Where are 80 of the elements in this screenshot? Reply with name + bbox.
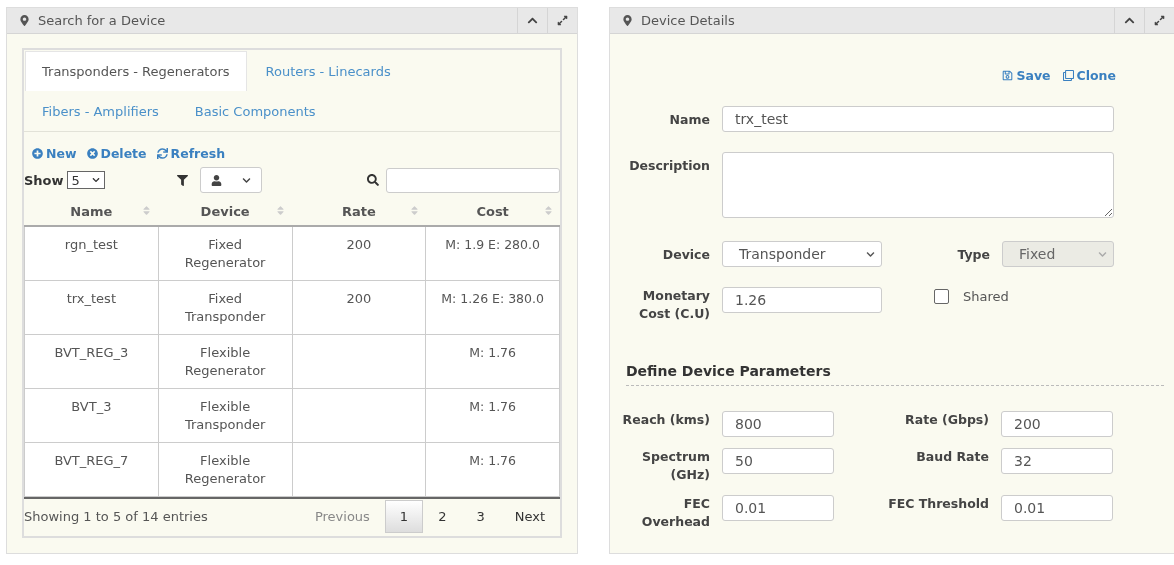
chevron-down-icon (1098, 249, 1107, 259)
field-label: Baud Rate (915, 448, 989, 466)
field-label: Reach (kms) (622, 411, 710, 429)
table-cell: BVT_3 (24, 388, 159, 442)
table-cell: Flexible Regenerator (158, 442, 292, 496)
table-cell: M: 1.9 E: 280.0 (425, 226, 560, 280)
field-label: Device (661, 246, 710, 264)
table-cell: Flexible Transponder (158, 388, 292, 442)
delete-link[interactable]: Delete (86, 143, 147, 163)
parameter-field[interactable]: 0.01 (1001, 495, 1113, 521)
panel-title: Device Details (641, 13, 735, 28)
field-label: Type (956, 246, 990, 264)
table-cell: BVT_REG_3 (24, 334, 159, 388)
page-button[interactable]: Next (499, 500, 560, 533)
page-button[interactable]: 3 (461, 500, 500, 533)
close-icon (86, 147, 98, 159)
sort-icon (542, 205, 554, 216)
checkbox-label: Shared (963, 289, 1009, 304)
chevron-down-icon (866, 249, 875, 259)
table-cell: Fixed Regenerator (158, 226, 292, 280)
table-cell: BVT_REG_7 (24, 442, 159, 496)
section-title: Define Device Parameters (626, 363, 1164, 386)
field-label: Spectrum (GHz) (641, 448, 710, 484)
table-cell: rgn_test (24, 226, 159, 280)
user-icon (210, 174, 222, 186)
field-label: Monetary Cost (C.U) (637, 287, 710, 323)
expand-icon (557, 15, 568, 26)
refresh-link[interactable]: Refresh (156, 143, 226, 163)
clone-link[interactable]: Clone (1062, 60, 1116, 90)
show-label: Show (24, 172, 64, 188)
parameter-field[interactable]: 50 (722, 448, 834, 474)
table-cell: M: 1.76 (425, 334, 560, 388)
device-select[interactable]: Transponder (722, 241, 882, 267)
field-label: FEC Overhead (640, 495, 710, 531)
table-cell: trx_test (24, 280, 159, 334)
field-label: Name (668, 111, 710, 129)
table-cell: Flexible Regenerator (158, 334, 292, 388)
panel-title: Search for a Device (38, 13, 166, 28)
user-select[interactable] (199, 167, 262, 193)
expand-icon (1154, 15, 1165, 26)
cost-field[interactable]: 1.26 (722, 287, 882, 313)
new-link[interactable]: New (32, 143, 77, 163)
field-label: Description (628, 157, 710, 175)
filter-icon (176, 174, 188, 186)
search-field[interactable] (386, 167, 560, 193)
page-size-select[interactable]: 5 (66, 171, 105, 189)
name-field[interactable]: trx_test (722, 106, 1114, 132)
shared-checkbox[interactable] (934, 289, 949, 304)
table-cell: M: 1.26 E: 380.0 (425, 280, 560, 334)
map-pin-icon (19, 15, 30, 26)
table-cell: 200 (292, 226, 426, 280)
copy-icon (1062, 69, 1074, 81)
parameter-field[interactable]: 800 (722, 411, 834, 437)
parameter-field[interactable]: 0.01 (722, 495, 834, 521)
save-link[interactable]: Save (1002, 60, 1051, 90)
search-icon (367, 174, 379, 186)
page-button[interactable]: 2 (423, 500, 462, 533)
refresh-icon (156, 147, 168, 159)
parameter-field[interactable]: 200 (1001, 411, 1113, 437)
table-cell: M: 1.76 (425, 442, 560, 496)
save-icon (1002, 69, 1014, 81)
parameter-field[interactable]: 32 (1001, 448, 1113, 474)
field-label: FEC Threshold (887, 495, 989, 513)
sort-icon (275, 205, 286, 216)
entries-info: Showing 1 to 5 of 14 entries (24, 509, 208, 524)
chevron-up-icon (527, 15, 538, 26)
plus-icon (32, 147, 43, 159)
sort-icon (408, 205, 420, 216)
chevron-down-icon (241, 175, 251, 185)
sort-icon (141, 205, 153, 216)
map-pin-icon (622, 15, 633, 26)
page-button[interactable]: 1 (384, 500, 424, 533)
tab[interactable]: Transponders - Regenerators (25, 51, 247, 91)
field-label: Rate (Gbps) (904, 411, 989, 429)
table-cell: M: 1.76 (425, 388, 560, 442)
table-cell: Fixed Transponder (158, 280, 292, 334)
description-field[interactable] (722, 152, 1114, 218)
chevron-down-icon (91, 176, 100, 184)
chevron-up-icon (1124, 15, 1135, 26)
table-cell: 200 (292, 280, 426, 334)
